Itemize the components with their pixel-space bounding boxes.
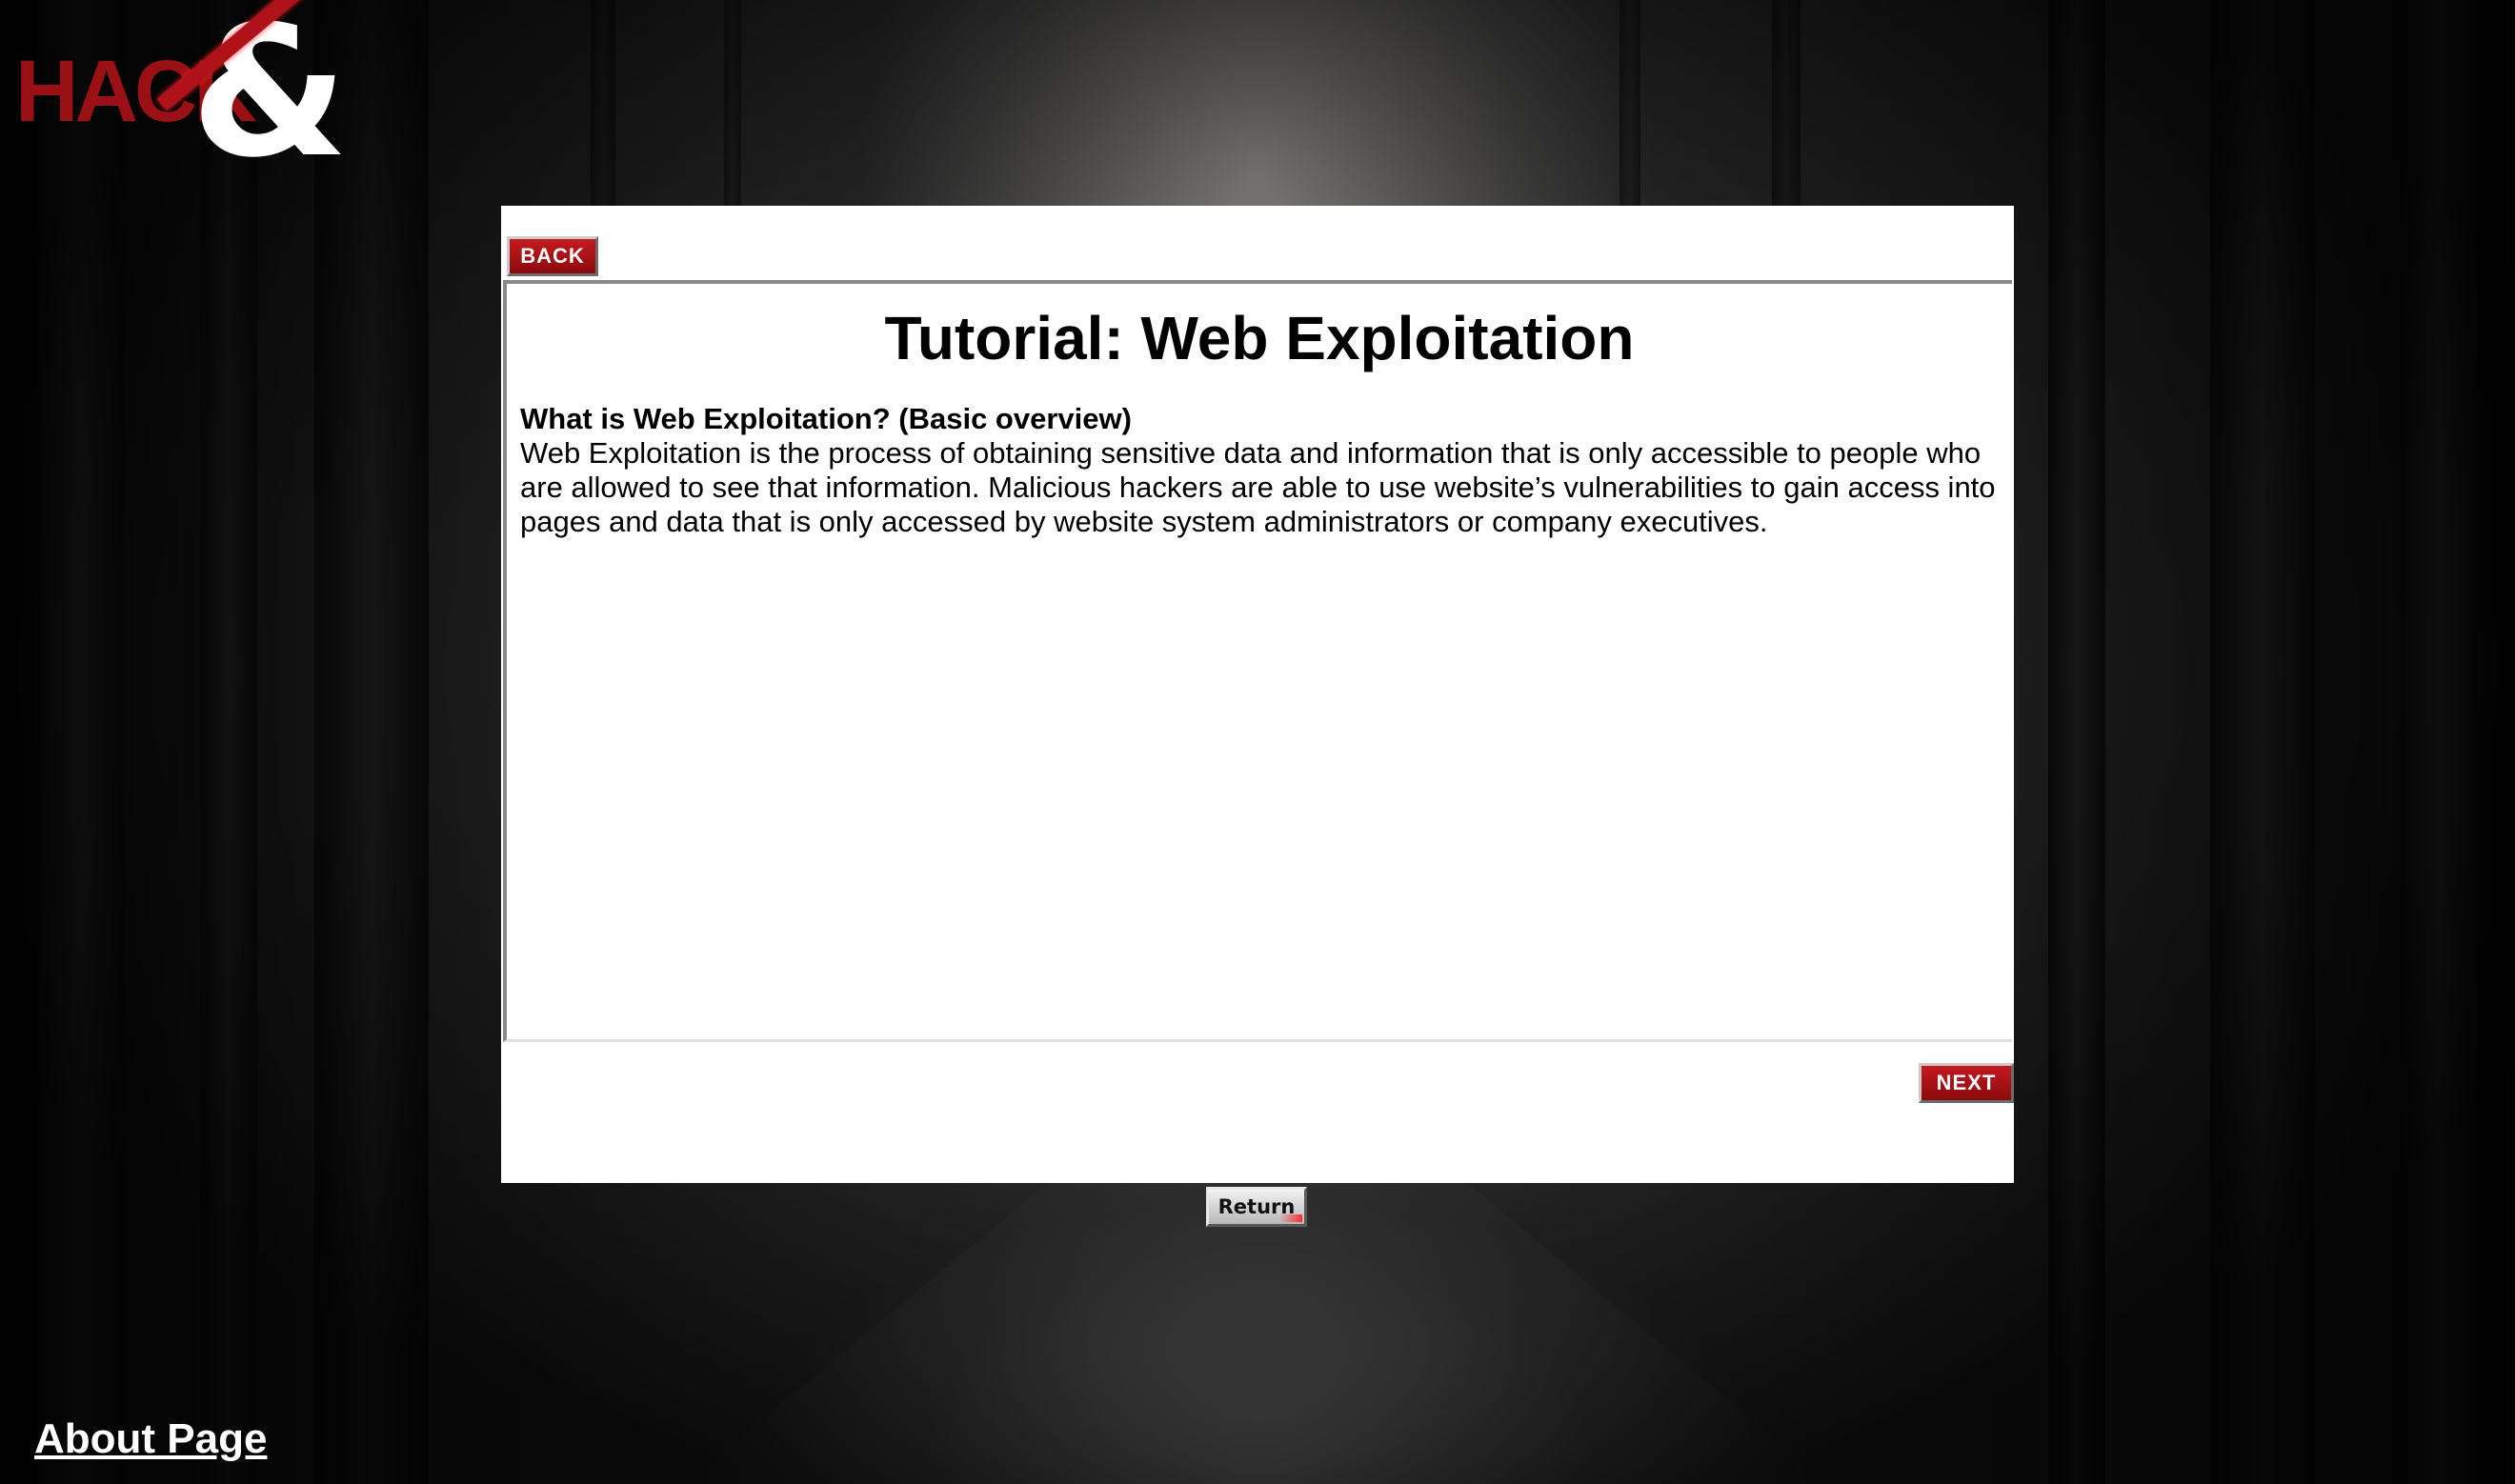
section-body: Web Exploitation is the process of obtai…	[520, 436, 1996, 538]
tutorial-panel: BACK Tutorial: Web Exploitation What is …	[501, 206, 2014, 1183]
hack-logo[interactable]: HACK &	[10, 0, 362, 202]
tutorial-content: Tutorial: Web Exploitation What is Web E…	[503, 280, 2012, 1042]
return-button[interactable]: Return	[1206, 1187, 1307, 1227]
tutorial-section: What is Web Exploitation? (Basic overvie…	[520, 402, 2006, 539]
next-button[interactable]: NEXT	[1919, 1063, 2014, 1103]
logo-ampersand-icon: &	[191, 0, 349, 197]
back-button[interactable]: BACK	[507, 236, 598, 276]
section-heading: What is Web Exploitation? (Basic overvie…	[520, 402, 1132, 435]
about-page-link[interactable]: About Page	[34, 1415, 267, 1463]
page-title: Tutorial: Web Exploitation	[884, 304, 1635, 372]
